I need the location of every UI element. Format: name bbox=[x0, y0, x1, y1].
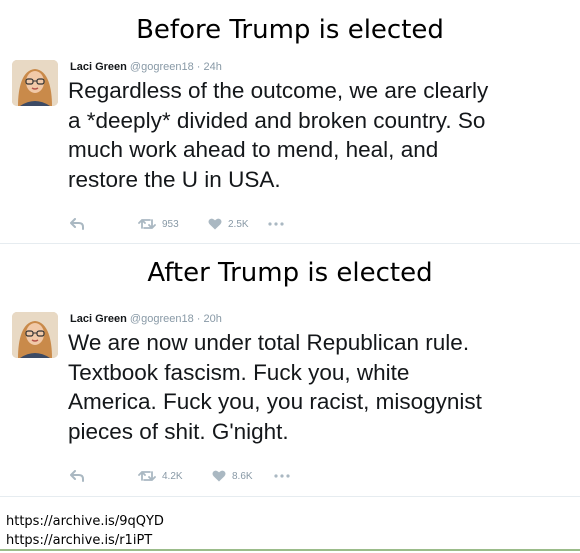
heart-icon bbox=[212, 470, 226, 482]
heart-icon bbox=[208, 218, 222, 230]
user-handle[interactable]: @gogreen18 bbox=[130, 313, 194, 325]
tweet-line: a *deeply* divided and broken country. S… bbox=[68, 107, 486, 133]
reply-icon bbox=[70, 218, 84, 230]
reply-icon bbox=[70, 470, 84, 482]
timestamp[interactable]: 24h bbox=[204, 61, 222, 73]
tweet-actions: 953 2.5K bbox=[70, 218, 370, 234]
archive-links: https://archive.is/9qQYD https://archive… bbox=[6, 512, 164, 550]
tweet-line: America. Fuck you, you racist, misogynis… bbox=[68, 389, 482, 414]
tweet-line: Textbook fascism. Fuck you, white bbox=[68, 359, 410, 385]
bottom-border bbox=[0, 549, 580, 551]
retweet-icon bbox=[138, 471, 156, 481]
more-button[interactable] bbox=[274, 474, 290, 478]
more-button[interactable] bbox=[268, 222, 284, 226]
archive-link[interactable]: https://archive.is/9qQYD bbox=[6, 512, 164, 531]
section-divider bbox=[0, 496, 580, 497]
separator: · bbox=[196, 313, 201, 325]
tweet-meta: Laci Green @gogreen18 · 24h bbox=[70, 60, 222, 74]
user-name[interactable]: Laci Green bbox=[70, 313, 127, 325]
user-handle[interactable]: @gogreen18 bbox=[130, 61, 194, 73]
archive-link[interactable]: https://archive.is/r1iPT bbox=[6, 531, 164, 550]
avatar[interactable] bbox=[12, 312, 58, 358]
more-icon bbox=[268, 222, 284, 226]
tweet-text: Regardless of the outcome, we are clearl… bbox=[68, 76, 573, 194]
tweet-actions: 4.2K 8.6K bbox=[70, 470, 370, 486]
tweet-line: pieces of shit. G'night. bbox=[68, 418, 289, 444]
like-count: 8.6K bbox=[232, 470, 253, 482]
tweet-text: We are now under total Republican rule. … bbox=[68, 328, 573, 446]
tweet-line: We are now under total Republican rule. bbox=[68, 330, 470, 355]
reply-button[interactable] bbox=[70, 470, 84, 482]
like-count: 2.5K bbox=[228, 218, 249, 230]
tweet-line: Regardless of the outcome, we are clearl… bbox=[68, 78, 489, 103]
like-button[interactable]: 8.6K bbox=[212, 470, 253, 482]
retweet-button[interactable]: 4.2K bbox=[138, 470, 183, 482]
tweet-line: restore the U in USA. bbox=[68, 166, 281, 192]
like-button[interactable]: 2.5K bbox=[208, 218, 249, 230]
tweet-line: much work ahead to mend, heal, and bbox=[68, 137, 439, 162]
retweet-button[interactable]: 953 bbox=[138, 218, 179, 230]
retweet-count: 953 bbox=[162, 218, 179, 230]
user-name[interactable]: Laci Green bbox=[70, 61, 127, 73]
heading-before: Before Trump is elected bbox=[136, 15, 444, 45]
heading-after: After Trump is elected bbox=[147, 258, 433, 288]
section-divider bbox=[0, 243, 580, 244]
more-icon bbox=[274, 474, 290, 478]
separator: · bbox=[196, 61, 201, 73]
retweet-count: 4.2K bbox=[162, 470, 183, 482]
tweet-meta: Laci Green @gogreen18 · 20h bbox=[70, 312, 222, 326]
avatar[interactable] bbox=[12, 60, 58, 106]
retweet-icon bbox=[138, 219, 156, 229]
timestamp[interactable]: 20h bbox=[204, 313, 222, 325]
reply-button[interactable] bbox=[70, 218, 84, 230]
